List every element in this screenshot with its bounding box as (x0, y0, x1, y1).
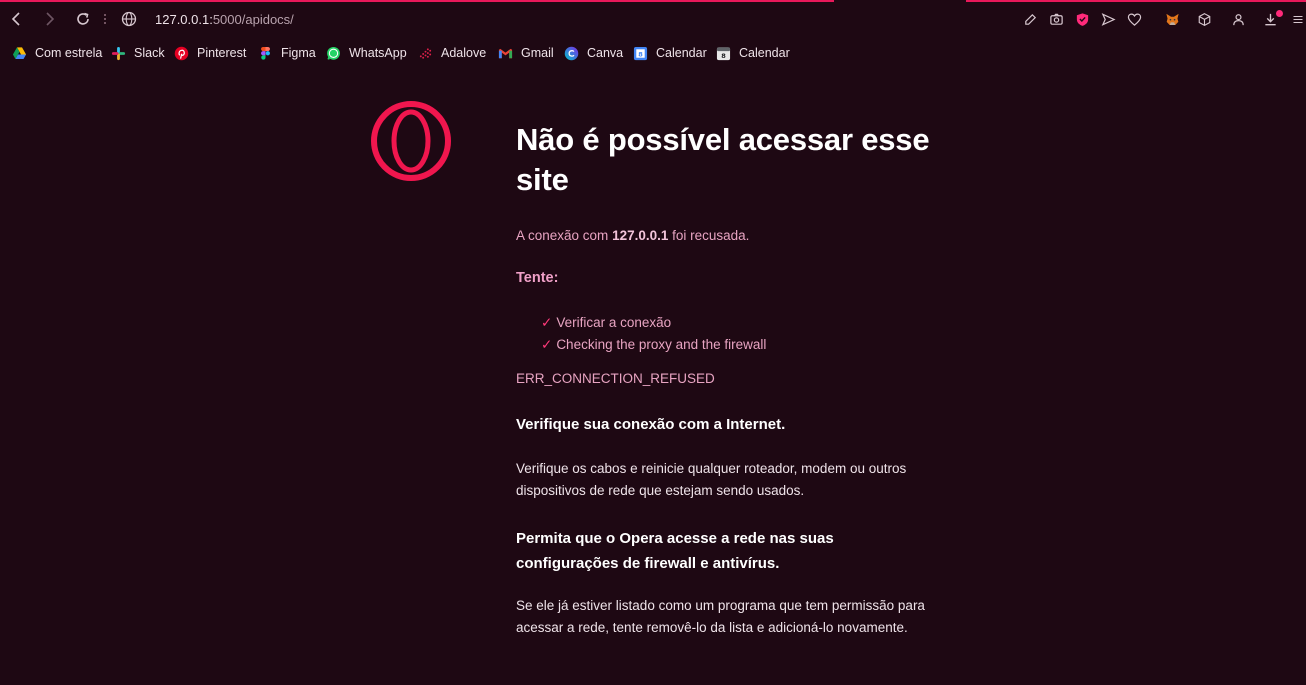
edit-icon[interactable] (1022, 11, 1038, 27)
bookmark-gmail[interactable]: Gmail (498, 42, 554, 64)
figma-icon (258, 46, 273, 61)
site-info-icon[interactable] (121, 11, 137, 27)
whatsapp-icon (326, 46, 341, 61)
camera-icon[interactable] (1048, 11, 1064, 27)
bookmark-label: Pinterest (197, 46, 247, 60)
bookmark-figma[interactable]: Figma (258, 42, 316, 64)
try-label: Tente: (516, 270, 559, 286)
svg-text:8: 8 (638, 50, 643, 58)
bookmark-label: Figma (281, 46, 316, 60)
cube-icon[interactable] (1196, 11, 1212, 27)
svg-text:8: 8 (721, 52, 726, 60)
canva-icon (564, 46, 579, 61)
gmail-icon (498, 46, 513, 61)
send-icon[interactable] (1100, 11, 1116, 27)
pinterest-icon (174, 46, 189, 61)
suggestion-list: ✓ Verificar a conexão ✓ Checking the proxy… (516, 312, 936, 356)
download-badge (1276, 10, 1283, 17)
bookmarks-bar: Com estrela Slack Pinterest Figma WhatsA… (0, 42, 1306, 64)
check-icon: ✓ (541, 337, 553, 352)
section-body-internet: Verifique os cabos e reinicie qualquer r… (516, 461, 907, 498)
metamask-icon[interactable] (1164, 11, 1180, 27)
section-title-firewall: Permita que o Opera acesse a rede nas su… (516, 530, 834, 572)
forward-icon[interactable] (40, 10, 58, 28)
connection-host: 127.0.0.1 (612, 228, 669, 243)
url-path: 5000/apidocs/ (212, 12, 294, 27)
menu-icon[interactable] (1292, 11, 1304, 27)
adalove-icon (418, 46, 433, 61)
slack-icon (111, 46, 126, 61)
browser-toolbar: 127.0.0.1:5000/apidocs/ (0, 2, 1306, 36)
section-body-firewall: Se ele já estiver listado como um progra… (516, 598, 925, 635)
suggestion-item: ✓ Checking the proxy and the firewall (541, 337, 767, 352)
bookmark-label: Canva (587, 46, 624, 60)
url-host: 127.0.0.1: (155, 12, 213, 27)
google-calendar-icon: 8 (633, 46, 648, 61)
error-content: Não é possível acessar esse site A conex… (516, 120, 936, 639)
bookmark-pinterest[interactable]: Pinterest (174, 42, 246, 64)
bookmark-label: Calendar (739, 46, 790, 60)
shield-icon[interactable] (1074, 11, 1090, 27)
bookmark-label: Slack (134, 46, 165, 60)
bookmark-label: Adalove (441, 46, 487, 60)
bookmark-calendar-2[interactable]: 8 Calendar (716, 42, 790, 64)
address-bar[interactable]: 127.0.0.1:5000/apidocs/ (155, 12, 294, 27)
bookmark-label: WhatsApp (349, 46, 407, 60)
bookmark-label: Com estrela (35, 46, 103, 60)
connection-message: A conexão com 127.0.0.1 foi recusada. (516, 228, 750, 243)
error-code: ERR_CONNECTION_REFUSED (516, 371, 715, 386)
bookmark-canva[interactable]: Canva (564, 42, 623, 64)
profile-icon[interactable] (1230, 11, 1246, 27)
toolbar-separator (104, 13, 106, 25)
opera-logo (371, 101, 451, 181)
calendar-icon: 8 (716, 46, 731, 61)
page-title: Não é possível acessar esse site (516, 122, 930, 197)
google-drive-icon (12, 46, 27, 61)
back-icon[interactable] (8, 10, 26, 28)
section-title-internet: Verifique sua conexão com a Internet. (516, 416, 786, 433)
bookmark-slack[interactable]: Slack (111, 42, 165, 64)
bookmark-com-estrela[interactable]: Com estrela (12, 42, 102, 64)
reload-icon[interactable] (74, 10, 92, 28)
suggestion-item: ✓ Verificar a conexão (541, 315, 672, 330)
check-icon: ✓ (541, 315, 553, 330)
bookmark-calendar[interactable]: 8 Calendar (633, 42, 707, 64)
bookmark-adalove[interactable]: Adalove (418, 42, 486, 64)
bookmark-label: Gmail (521, 46, 554, 60)
bookmark-whatsapp[interactable]: WhatsApp (326, 42, 407, 64)
bookmark-label: Calendar (656, 46, 707, 60)
heart-icon[interactable] (1126, 11, 1142, 27)
